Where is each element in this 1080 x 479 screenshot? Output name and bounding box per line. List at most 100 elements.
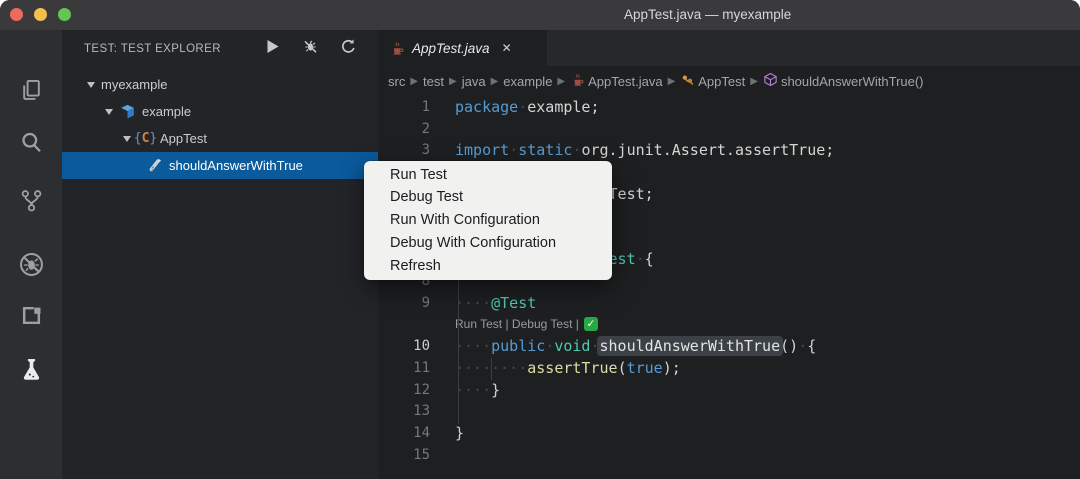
tree-item-myexample[interactable]: myexample: [62, 71, 378, 98]
line-content: ····@Test: [455, 293, 537, 312]
tab-close-icon[interactable]: ✕: [502, 41, 512, 55]
line-number: 2: [421, 120, 430, 137]
codelens-row: Run Test | Debug Test | ✓: [378, 314, 1080, 336]
breadcrumb-item-test[interactable]: test: [423, 74, 444, 89]
class-braces-icon: {C}: [133, 131, 158, 146]
zoom-button[interactable]: [57, 7, 71, 21]
line-number: 3: [421, 142, 430, 159]
activity-item-source-control[interactable]: [14, 186, 48, 220]
line-number: 14: [413, 425, 430, 442]
line-number: 15: [413, 446, 430, 463]
tree-item-label: myexample: [101, 77, 168, 92]
tab-label: AppTest.java: [412, 40, 490, 56]
breadcrumb-item-shouldanswerwithtrue[interactable]: shouldAnswerWithTrue(): [763, 72, 924, 90]
flask-icon: [18, 356, 45, 388]
run-all-tests-button[interactable]: [260, 37, 284, 61]
line-content: ····public·void·shouldAnswerWithTrue()·{: [455, 336, 817, 357]
test-tube-icon: [146, 157, 163, 174]
menu-item-run-with-configuration[interactable]: Run With Configuration: [364, 209, 612, 232]
breadcrumb-label: src: [388, 73, 406, 89]
activity-item-extensions[interactable]: [14, 301, 48, 335]
refresh-tests-button[interactable]: [336, 37, 360, 61]
sidebar-title: TEST: TEST EXPLORER: [84, 43, 221, 55]
indent-guide: [491, 358, 492, 380]
menu-item-debug-with-configuration[interactable]: Debug With Configuration: [364, 232, 612, 255]
bug-slash-icon: [302, 38, 319, 60]
tree-item-label: AppTest: [160, 131, 207, 146]
refresh-icon: [340, 38, 357, 60]
minimize-button[interactable]: [33, 7, 47, 21]
play-icon: [264, 38, 281, 60]
code-line-10: 10 ····public·void·shouldAnswerWithTrue()…: [378, 335, 1080, 357]
line-number: 1: [421, 98, 430, 115]
line-number: 12: [413, 381, 430, 398]
line-number: 11: [413, 359, 430, 376]
code-line-1: 1 package·example;: [378, 96, 1080, 118]
breadcrumb-separator-icon: ▶: [449, 75, 457, 87]
close-button[interactable]: [9, 7, 23, 21]
breadcrumb-separator-icon: ▶: [410, 75, 419, 87]
class-icon: [680, 72, 698, 90]
sidebar-header: TEST: TEST EXPLORER: [62, 30, 378, 68]
window-title: AppTest.java — myexample: [624, 7, 792, 22]
package-icon: [119, 103, 136, 120]
breadcrumb-label: shouldAnswerWithTrue(): [780, 73, 924, 89]
line-number: 13: [413, 403, 430, 420]
line-number: 9: [421, 294, 430, 311]
activity-item-explorer[interactable]: [14, 76, 48, 110]
codelens-run-debug-link[interactable]: Run Test | Debug Test |: [455, 317, 579, 331]
breadcrumb-item-example[interactable]: example: [503, 74, 552, 89]
code-line-12: 12 ····}: [378, 379, 1080, 401]
twistie-expanded-icon[interactable]: [122, 134, 132, 144]
breadcrumb-label: test: [423, 73, 445, 89]
tree-item-AppTest[interactable]: {C} AppTest: [62, 125, 378, 152]
line-number: 10: [413, 338, 430, 355]
line-content: }: [455, 424, 465, 443]
breadcrumb-label: java: [461, 73, 486, 89]
activity-item-test-explorer[interactable]: [14, 355, 48, 389]
breadcrumb-item-apptest[interactable]: AppTest: [680, 72, 745, 90]
line-content: ····}: [455, 380, 501, 399]
tab-bar: AppTest.java ✕: [378, 30, 1080, 66]
breadcrumb-item-java[interactable]: java: [462, 74, 486, 89]
test-passed-check-icon: ✓: [583, 317, 598, 332]
code-line-13: 13: [378, 401, 1080, 423]
code-line-3: 3 import·static·org.junit.Assert.assertTr…: [378, 140, 1080, 162]
indent-guide: [458, 272, 459, 424]
tree-item-shouldAnswerWithTrue[interactable]: shouldAnswerWithTrue: [62, 152, 378, 179]
method-cube-icon: [763, 72, 781, 90]
extensions-icon: [18, 302, 45, 334]
branch-icon: [18, 187, 45, 219]
tree-item-label: example: [142, 104, 192, 119]
line-content: import·static·org.junit.Assert.assertTru…: [455, 141, 835, 160]
code-line-11: 11 ········assertTrue(true);: [378, 357, 1080, 379]
breadcrumb-label: example: [503, 73, 553, 89]
tab-apptest-java[interactable]: AppTest.java ✕: [378, 30, 547, 66]
twistie-expanded-icon[interactable]: [86, 80, 96, 90]
activity-item-debug[interactable]: [14, 250, 48, 284]
breadcrumb-item-apptest-java[interactable]: AppTest.java: [570, 72, 663, 90]
code-editor[interactable]: 1 package·example; 2 3 import·static·org.jun…: [378, 96, 1080, 479]
java-icon: [570, 72, 588, 90]
breadcrumb-separator-icon: ▶: [750, 75, 758, 87]
menu-item-debug-test[interactable]: Debug Test: [364, 186, 612, 209]
code-line-2: 2: [378, 118, 1080, 140]
activity-item-search[interactable]: [14, 128, 48, 162]
code-line-15: 15: [378, 444, 1080, 466]
debug-all-tests-button[interactable]: [298, 37, 322, 61]
twistie-expanded-icon[interactable]: [104, 107, 114, 117]
breadcrumb-label: AppTest.java: [588, 73, 663, 89]
code-line-9: 9 ····@Test: [378, 292, 1080, 314]
vscode-window: AppTest.java — myexample TEST: TEST EXPL…: [0, 0, 1080, 479]
breadcrumb-separator-icon: ▶: [667, 75, 676, 87]
menu-item-refresh[interactable]: Refresh: [364, 255, 612, 278]
breadcrumb-separator-icon: ▶: [557, 75, 566, 87]
context-menu: Run Test Debug Test Run With Configuration…: [364, 161, 612, 280]
breadcrumb-label: AppTest: [698, 73, 746, 89]
menu-item-run-test[interactable]: Run Test: [364, 164, 612, 187]
activity-bar: [0, 30, 62, 479]
tree-item-example[interactable]: example: [62, 98, 378, 125]
breadcrumb-item-src[interactable]: src: [388, 74, 405, 89]
sidebar-test-explorer: TEST: TEST EXPLORER myexample example {C} A…: [62, 30, 378, 479]
java-icon: [389, 40, 405, 56]
